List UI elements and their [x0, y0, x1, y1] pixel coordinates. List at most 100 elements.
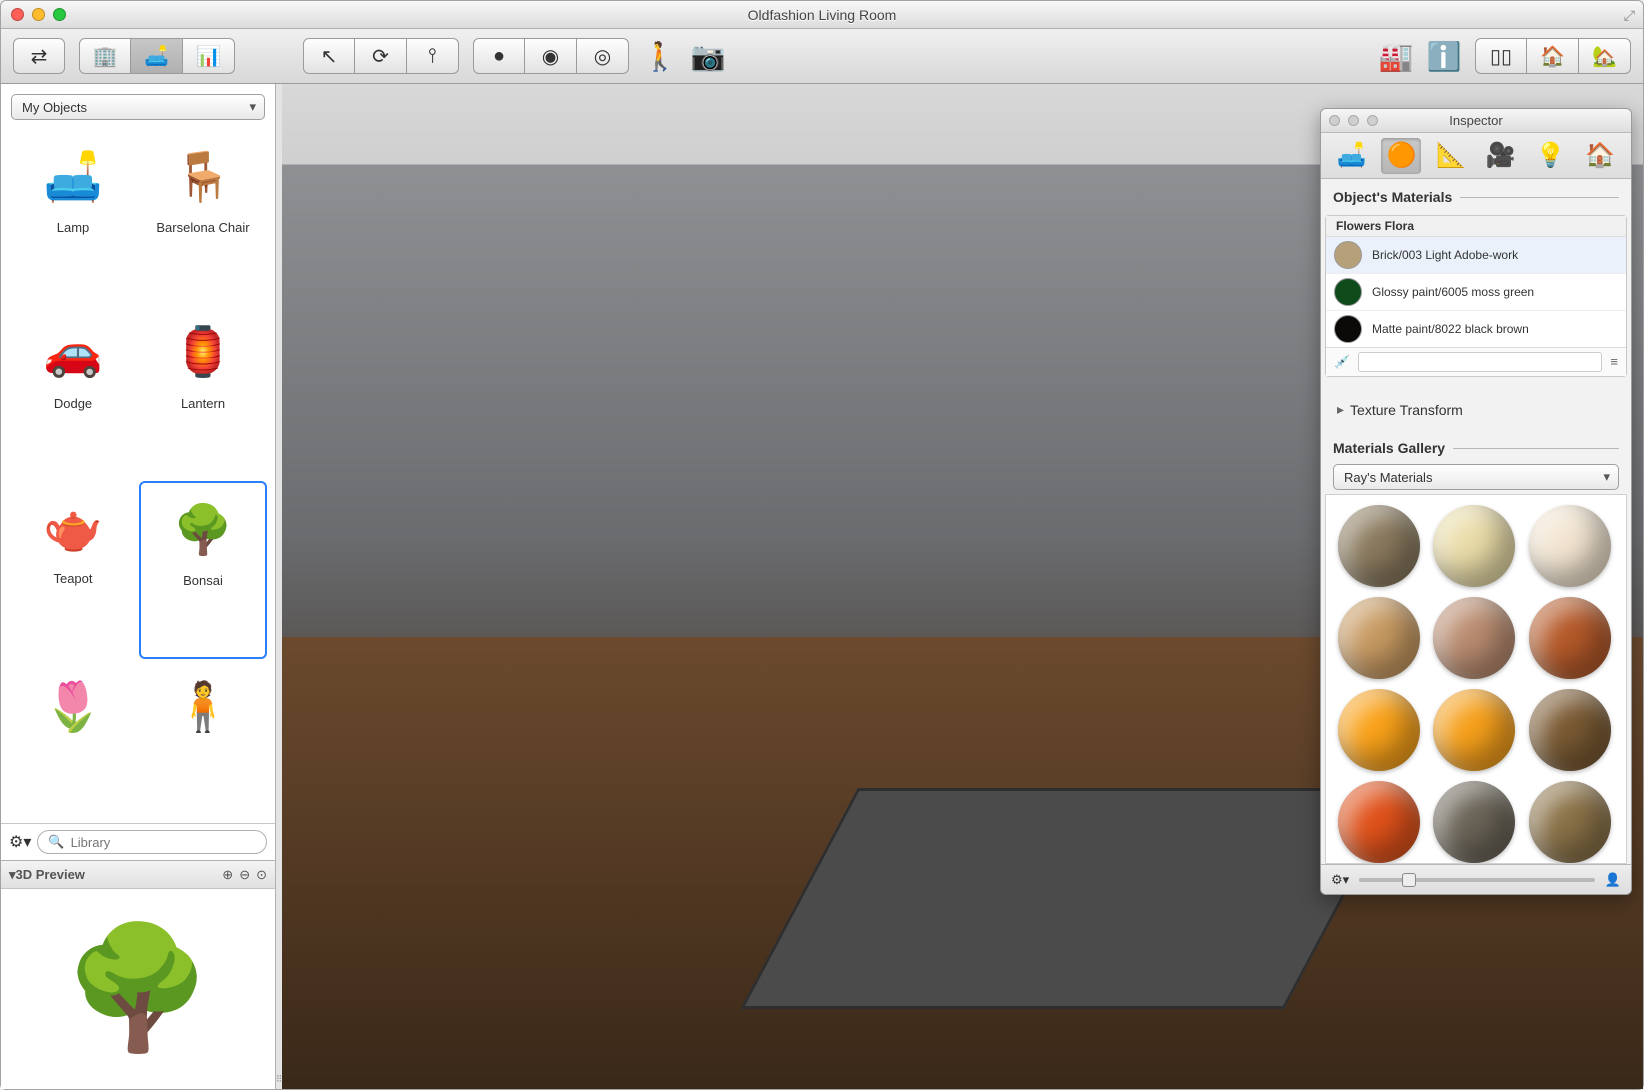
object-thumb: 🌷 [28, 667, 118, 747]
view-mode-3[interactable]: 📊 [183, 38, 235, 74]
zoom-window[interactable] [53, 8, 66, 21]
object-cell-teapot[interactable]: 🫖 Teapot [9, 481, 137, 659]
inspector-zoom[interactable] [1367, 115, 1378, 126]
thumbnail-size-slider[interactable] [1359, 878, 1595, 882]
user-icon[interactable]: 👤 [1605, 872, 1621, 888]
record-button[interactable]: ● [473, 38, 525, 74]
walk-icon[interactable]: 🚶 [643, 39, 677, 73]
material-swatch [1334, 241, 1362, 269]
object-cell-dodge[interactable]: 🚗 Dodge [9, 306, 137, 480]
inspector-tab-materials[interactable]: 🟠 [1381, 138, 1421, 174]
object-thumb: 🚗 [28, 312, 118, 392]
gallery-material[interactable] [1529, 689, 1611, 771]
layout-2[interactable]: 🏠 [1527, 38, 1579, 74]
gallery-material[interactable] [1433, 505, 1515, 587]
inspector-tab-light[interactable]: 💡 [1530, 138, 1570, 174]
view-mode-2[interactable]: 🛋️ [131, 38, 183, 74]
tool-arrow[interactable]: ↖ [303, 38, 355, 74]
camera-icon[interactable]: 📷 [691, 39, 725, 73]
section-materials-gallery: Materials Gallery [1333, 440, 1619, 456]
gear-icon[interactable]: ⚙︎▾ [9, 832, 31, 852]
library-search[interactable]: 🔍 [37, 830, 267, 854]
main-toolbar: ⇄ 🏢 🛋️ 📊 ↖ ⟳ ⫯ ● ◉ ◎ 🚶 📷 🏭 ℹ️ ▯▯ 🏠 🏡 [1, 29, 1643, 84]
object-thumb: 🪑 [158, 136, 248, 216]
window-title: Oldfashion Living Room [1, 7, 1643, 23]
object-label: Lantern [181, 396, 225, 411]
search-input[interactable] [71, 835, 256, 850]
section-object-materials: Object's Materials [1333, 189, 1619, 205]
material-row[interactable]: Glossy paint/6005 moss green [1326, 274, 1626, 311]
object-thumb: 🛋️ [28, 136, 118, 216]
zoom-fit-icon[interactable]: ⊙ [256, 867, 267, 883]
gallery-material[interactable] [1338, 689, 1420, 771]
eyedropper-icon[interactable]: 💉 [1334, 354, 1350, 370]
preview-title: 3D Preview [16, 867, 85, 882]
object-cell-item6[interactable]: 🌷 [9, 661, 137, 820]
material-swatch [1334, 278, 1362, 306]
layout-1[interactable]: ▯▯ [1475, 38, 1527, 74]
inspector-tab-object[interactable]: 🛋️ [1332, 138, 1372, 174]
material-row[interactable]: Matte paint/8022 black brown [1326, 311, 1626, 347]
object-thumb: 🧍 [158, 667, 248, 747]
object-cell-bonsai[interactable]: 🌳 Bonsai [139, 481, 267, 659]
object-cell-lamp[interactable]: 🛋️ Lamp [9, 130, 137, 304]
minimize-window[interactable] [32, 8, 45, 21]
object-thumb: 🌳 [158, 489, 248, 569]
material-row[interactable]: Brick/003 Light Adobe-work [1326, 237, 1626, 274]
inspector-tab-house[interactable]: 🏠 [1580, 138, 1620, 174]
shadow-button[interactable]: ◉ [525, 38, 577, 74]
zoom-out-icon[interactable]: ⊖ [239, 867, 250, 883]
list-menu-icon[interactable]: ≡ [1610, 359, 1618, 366]
material-group-name: Flowers Flora [1326, 216, 1626, 237]
inspector-close[interactable] [1329, 115, 1340, 126]
preview-3d[interactable]: 🌳 [1, 889, 275, 1089]
warehouse-icon[interactable]: 🏭 [1379, 39, 1413, 73]
object-label: Barselona Chair [156, 220, 249, 235]
gallery-material[interactable] [1529, 597, 1611, 679]
gear-icon[interactable]: ⚙︎▾ [1331, 872, 1349, 888]
back-forward-button[interactable]: ⇄ [13, 38, 65, 74]
fullscreen-icon[interactable]: ⤢ [1624, 7, 1635, 24]
gallery-material[interactable] [1433, 781, 1515, 863]
object-label: Teapot [53, 571, 92, 586]
object-cell-lantern[interactable]: 🏮 Lantern [139, 306, 267, 480]
materials-gallery [1325, 494, 1627, 864]
texture-transform-disclosure[interactable]: Texture Transform [1333, 393, 1619, 426]
gallery-material[interactable] [1529, 505, 1611, 587]
object-thumb: 🏮 [158, 312, 248, 392]
gallery-material[interactable] [1433, 689, 1515, 771]
material-name-field[interactable] [1358, 352, 1602, 372]
material-swatch [1334, 315, 1362, 343]
gallery-material[interactable] [1433, 597, 1515, 679]
material-name: Matte paint/8022 black brown [1372, 322, 1529, 336]
gallery-category-dropdown[interactable]: Ray's Materials [1333, 464, 1619, 490]
material-name: Brick/003 Light Adobe-work [1372, 248, 1518, 262]
object-thumb: 🫖 [28, 487, 118, 567]
object-library-sidebar: My Objects 🛋️ Lamp🪑 Barselona Chair🚗 Dod… [1, 84, 276, 1089]
object-cell-barselona-chair[interactable]: 🪑 Barselona Chair [139, 130, 267, 304]
layout-3[interactable]: 🏡 [1579, 38, 1631, 74]
view-mode-1[interactable]: 🏢 [79, 38, 131, 74]
object-label: Dodge [54, 396, 92, 411]
material-name: Glossy paint/6005 moss green [1372, 285, 1534, 299]
close-window[interactable] [11, 8, 24, 21]
tool-measure[interactable]: ⫯ [407, 38, 459, 74]
inspector-tab-edit[interactable]: 📐 [1431, 138, 1471, 174]
light-button[interactable]: ◎ [577, 38, 629, 74]
search-icon: 🔍 [48, 834, 64, 850]
object-label: Lamp [57, 220, 90, 235]
inspector-panel: Inspector 🛋️ 🟠 📐 🎥 💡 🏠 Object's Material… [1320, 108, 1632, 895]
materials-list: Flowers Flora Brick/003 Light Adobe-work… [1325, 215, 1627, 377]
gallery-material[interactable] [1338, 505, 1420, 587]
tool-rotate[interactable]: ⟳ [355, 38, 407, 74]
object-label: Bonsai [183, 573, 223, 588]
gallery-material[interactable] [1529, 781, 1611, 863]
info-icon[interactable]: ℹ️ [1427, 39, 1461, 73]
object-cell-item7[interactable]: 🧍 [139, 661, 267, 820]
inspector-tab-camera[interactable]: 🎥 [1481, 138, 1521, 174]
gallery-material[interactable] [1338, 781, 1420, 863]
zoom-in-icon[interactable]: ⊕ [222, 867, 233, 883]
inspector-min[interactable] [1348, 115, 1359, 126]
library-category-dropdown[interactable]: My Objects [11, 94, 265, 120]
gallery-material[interactable] [1338, 597, 1420, 679]
